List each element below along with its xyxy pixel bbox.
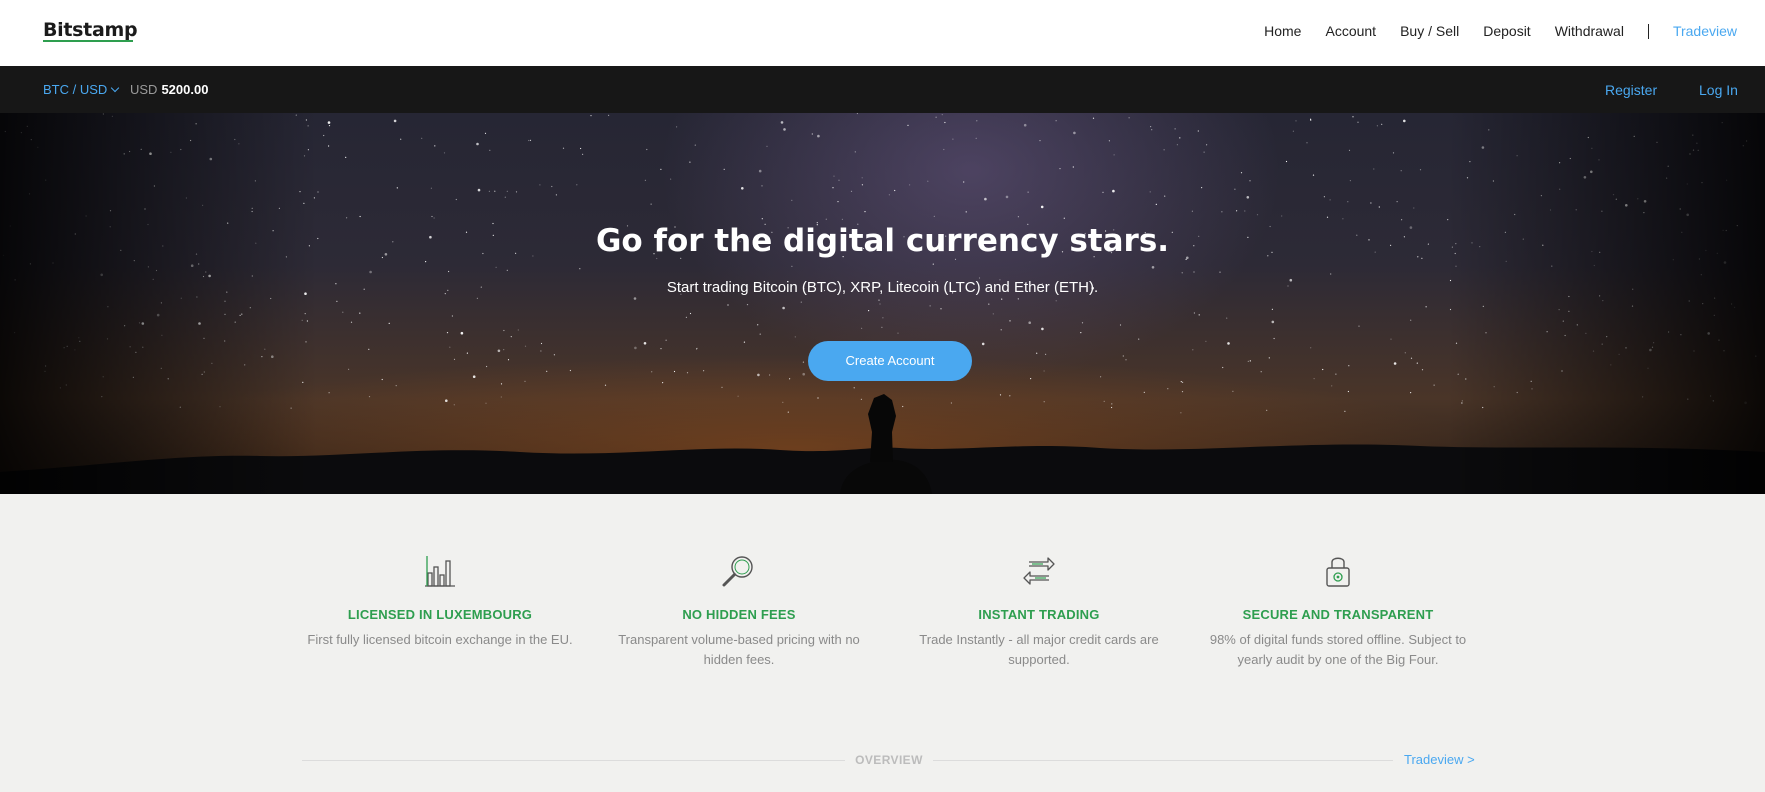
hero-banner: Go for the digital currency stars. Start… [0,113,1765,494]
padlock-icon [1326,557,1350,587]
login-link[interactable]: Log In [1699,82,1738,98]
register-link[interactable]: Register [1605,82,1657,98]
price-currency: USD [130,82,158,97]
create-account-button[interactable]: Create Account [808,341,972,381]
bar-chart-icon [425,556,455,587]
price-value: 5200.00 [161,82,209,97]
main-nav: Home Account Buy / Sell Deposit Withdraw… [1240,23,1737,39]
currency-pair-dropdown[interactable]: BTC / USD [43,82,120,97]
ticker-bar: BTC / USD USD 5200.00 Register Log In [0,66,1765,113]
feature-title: SECURE AND TRANSPARENT [1242,607,1434,622]
feature-licensed: LICENSED IN LUXEMBOURG First fully licen… [295,553,585,650]
top-header: Bitstamp Home Account Buy / Sell Deposit… [0,0,1765,66]
feature-title: LICENSED IN LUXEMBOURG [347,607,533,622]
hero-title: Go for the digital currency stars. [595,223,1170,259]
feature-text: Trade Instantly - all major credit cards… [919,632,1159,667]
feature-text: 98% of digital funds stored offline. Sub… [1209,632,1467,667]
nav-tradeview[interactable]: Tradeview [1673,23,1737,39]
feature-instant-trading: INSTANT TRADING Trade Instantly - all ma… [894,553,1184,670]
logo-underline [43,40,133,42]
hero-vignette [0,113,1765,494]
nav-account[interactable]: Account [1325,23,1376,39]
bitstamp-logo[interactable]: Bitstamp [43,19,138,41]
feature-no-fees: NO HIDDEN FEES Transparent volume-based … [594,553,884,670]
overview-divider-right [933,760,1393,761]
feature-text: Transparent volume-based pricing with no… [618,632,860,667]
feature-secure: SECURE AND TRANSPARENT 98% of digital fu… [1193,553,1483,670]
nav-withdrawal[interactable]: Withdrawal [1555,23,1624,39]
nav-home[interactable]: Home [1264,23,1301,39]
overview-heading: OVERVIEW [855,753,923,767]
hero-subtitle: Start trading Bitcoin (BTC), XRP, Liteco… [666,279,1099,296]
feature-title: INSTANT TRADING [978,607,1100,622]
nav-divider [1647,23,1649,39]
price-display: USD 5200.00 [130,82,208,97]
feature-text: First fully licensed bitcoin exchange in… [307,632,573,647]
chevron-down-icon [111,83,120,93]
overview-tradeview-link[interactable]: Tradeview > [1404,752,1475,767]
overview-divider-left [302,760,845,761]
nav-deposit[interactable]: Deposit [1483,23,1530,39]
magnifier-icon [722,556,753,587]
feature-title: NO HIDDEN FEES [682,607,796,622]
exchange-arrows-icon [1023,557,1055,585]
currency-pair-label: BTC / USD [43,82,108,97]
nav-buy-sell[interactable]: Buy / Sell [1400,23,1459,39]
